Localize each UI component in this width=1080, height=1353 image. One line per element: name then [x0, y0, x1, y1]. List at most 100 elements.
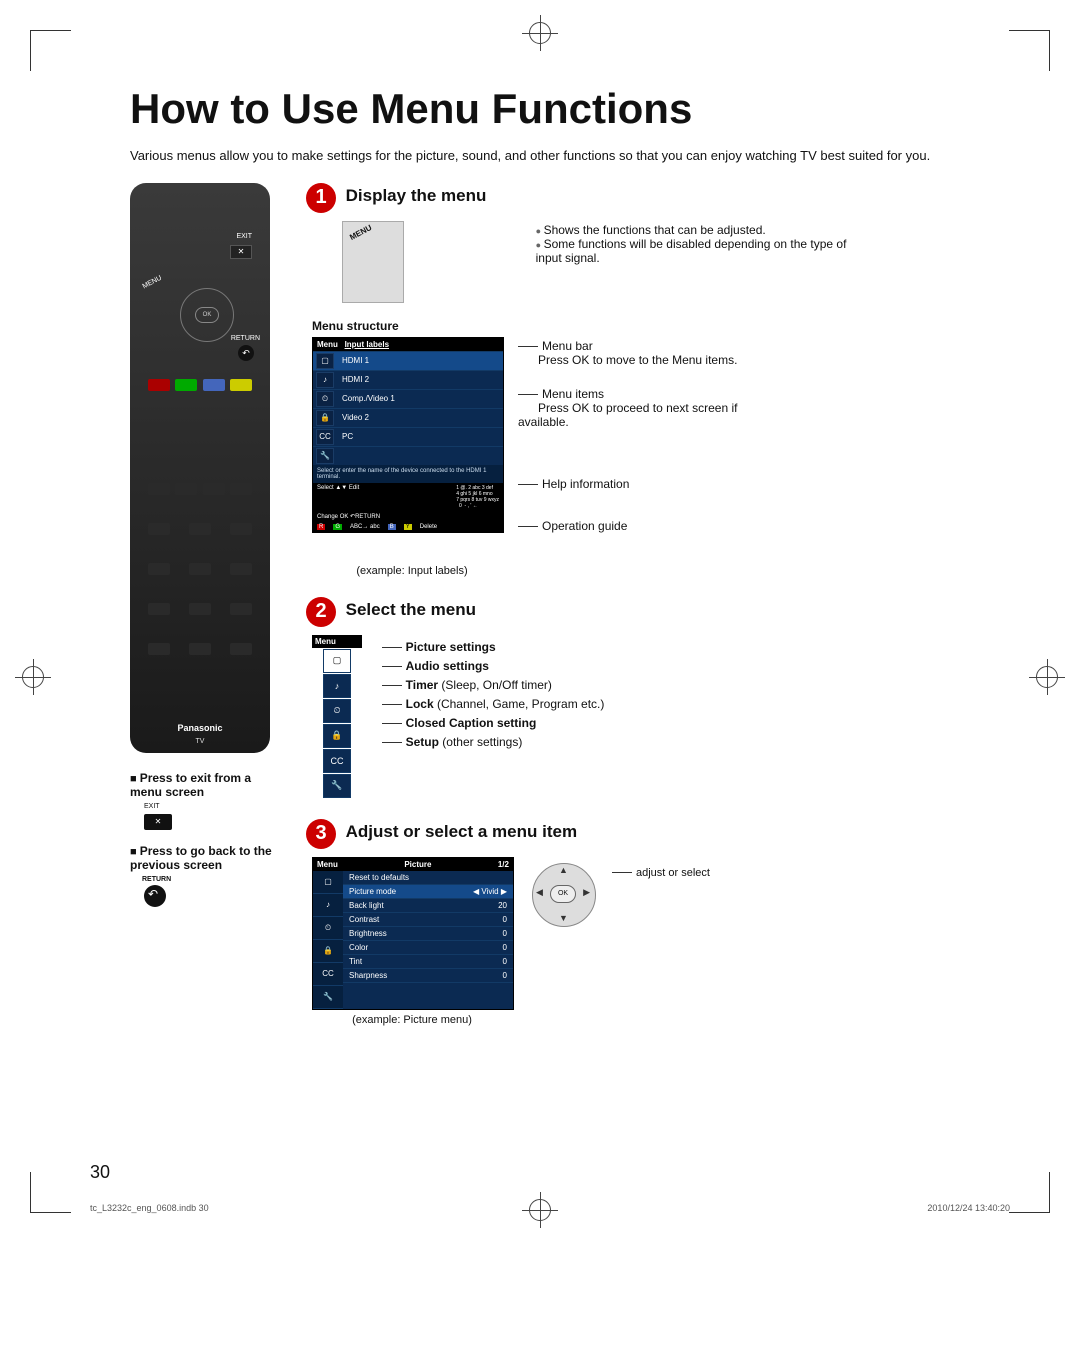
tv-icon: ▢ [313, 871, 343, 894]
page-number: 30 [90, 1162, 110, 1183]
arrow-up-icon: ▲ [559, 865, 568, 875]
opguide-callout: Operation guide [542, 519, 627, 533]
return-key-icon: ↶ [238, 345, 254, 361]
osd3-bar-mid: Picture [404, 860, 431, 869]
menu-button-hand-icon [342, 221, 404, 303]
footer-g: G [333, 524, 342, 530]
brand-label: Panasonic [130, 723, 270, 733]
osd3-row-val: 0 [503, 915, 507, 924]
osd3-row-label: Brightness [349, 929, 387, 938]
osd-footer-buttons: R G ABC→ abc B Y Delete [313, 522, 503, 532]
help-callout: Help information [542, 477, 629, 491]
step-number-1: 1 [306, 183, 336, 213]
step1-bullet: Shows the functions that can be adjusted… [536, 223, 856, 237]
osd-menu-icons: Menu ▢ ♪ ⏲ 🔒 CC 🔧 [312, 635, 362, 799]
osd3-row-val: 0 [503, 929, 507, 938]
crop-mark [1009, 1172, 1050, 1213]
guide-select: Select [317, 485, 334, 491]
menu-icon: ♪ [323, 674, 351, 698]
osd-item: Comp./Video 1 [342, 394, 395, 403]
osd3-bar-left: Menu [317, 860, 338, 869]
menu-icon: 🔒 [323, 724, 351, 748]
osd-keypad: 1 @. 2 abc 3 def 4 ghi 5 jkl 6 mno 7 pqr… [456, 485, 499, 509]
wrench-icon: 🔧 [316, 448, 334, 464]
step2-title: Select the menu [346, 600, 476, 620]
footer-abc: ABC→ abc [350, 524, 380, 530]
osd3-row-label: Contrast [349, 915, 379, 924]
menu-item-label: Audio settings [406, 659, 489, 673]
return-label: RETURN [231, 335, 260, 342]
menu-item-desc: (other settings) [439, 735, 522, 749]
dpad-icon: OK [180, 288, 234, 342]
step3-title: Adjust or select a menu item [346, 822, 577, 842]
osd-help-text: Select or enter the name of the device c… [313, 465, 503, 483]
osd3-row-val: 0 [503, 957, 507, 966]
footer-delete: Delete [420, 524, 437, 530]
menu-icon: CC [323, 749, 351, 773]
exit-label: EXIT [236, 233, 252, 240]
step1-bullets: Shows the functions that can be adjusted… [536, 223, 856, 265]
wrench-icon: 🔧 [313, 986, 343, 1009]
crop-mark [1009, 30, 1050, 71]
menuitems-desc: Press OK to proceed to next screen if av… [518, 401, 737, 429]
tv-icon: ▢ [316, 353, 334, 369]
guide-edit: Edit [349, 485, 359, 491]
lock-icon: 🔒 [313, 940, 343, 963]
footer-r: R [317, 524, 325, 530]
arrow-right-icon: ▶ [583, 887, 590, 898]
button-row [148, 563, 252, 575]
menu-item-label: Timer [406, 678, 438, 692]
page-title: How to Use Menu Functions [130, 85, 1010, 133]
menu-icon: ⏲ [323, 699, 351, 723]
timer-icon: ⏲ [313, 917, 343, 940]
footer: tc_L3232c_eng_0608.indb 30 2010/12/24 13… [90, 1203, 1010, 1213]
footer-y: Y [404, 524, 412, 530]
osd-operation-guide-2: Change OK ↶RETURN [313, 511, 503, 522]
menu-structure-label: Menu structure [312, 319, 1010, 333]
button-row [148, 643, 252, 655]
menu-item-label: Lock [406, 697, 434, 711]
cc-icon: CC [316, 429, 334, 445]
remote-illustration: EXIT ✕ MENU OK RETURN ↶ Panasonic TV [130, 183, 270, 753]
footer-b: B [388, 524, 396, 530]
note-icon: ♪ [316, 372, 334, 388]
osd-operation-guide: Select ▲▼ Edit 1 @. 2 abc 3 def 4 ghi 5 … [313, 483, 503, 511]
menu-icon: 🔧 [323, 774, 351, 798]
osd3-row-val: 0 [503, 943, 507, 952]
cc-icon: CC [313, 963, 343, 986]
osd2-bar: Menu [312, 635, 362, 648]
exit-key-small-label: EXIT [144, 803, 280, 810]
tv-label: TV [130, 738, 270, 745]
osd3-row-label: Picture mode [349, 887, 396, 896]
exit-key-icon: ✕ [230, 245, 252, 259]
step1-bullet: Some functions will be disabled dependin… [536, 237, 856, 265]
step-3: 3 Adjust or select a menu item MenuPictu… [306, 819, 1010, 1026]
osd3-row-label: Back light [349, 901, 384, 910]
menuitems-callout: Menu items [542, 387, 604, 401]
registration-mark [22, 666, 44, 688]
osd3-row-label: Color [349, 943, 368, 952]
intro-text: Various menus allow you to make settings… [130, 147, 1010, 165]
footer-timestamp: 2010/12/24 13:40:20 [927, 1203, 1010, 1213]
menubar-callout: Menu bar [542, 339, 593, 353]
color-keys-row [148, 379, 252, 391]
osd-item: PC [342, 432, 353, 441]
button-row [148, 523, 252, 535]
osd-item: HDMI 2 [342, 375, 369, 384]
registration-mark [1036, 666, 1058, 688]
button-row [148, 483, 252, 495]
step-2: 2 Select the menu Menu ▢ ♪ ⏲ 🔒 CC 🔧 [306, 597, 1010, 799]
footer-file: tc_L3232c_eng_0608.indb 30 [90, 1203, 209, 1213]
osd-item: Video 2 [342, 413, 369, 422]
step1-example: (example: Input labels) [312, 565, 512, 577]
menu-item-desc: (Channel, Game, Program etc.) [434, 697, 605, 711]
osd3-row-val: 20 [498, 901, 507, 910]
osd-menubar-left: Menu [317, 340, 338, 349]
osd3-row-val: 0 [503, 971, 507, 980]
menu-icon-selected: ▢ [323, 649, 351, 673]
menu-item-desc: (Sleep, On/Off timer) [438, 678, 552, 692]
step1-title: Display the menu [346, 186, 487, 206]
osd-input-labels: Menu Input labels ▢HDMI 1 ♪HDMI 2 ⏲Comp.… [312, 337, 504, 533]
osd3-row-label: Reset to defaults [349, 873, 409, 882]
ok-key: OK [550, 885, 576, 903]
